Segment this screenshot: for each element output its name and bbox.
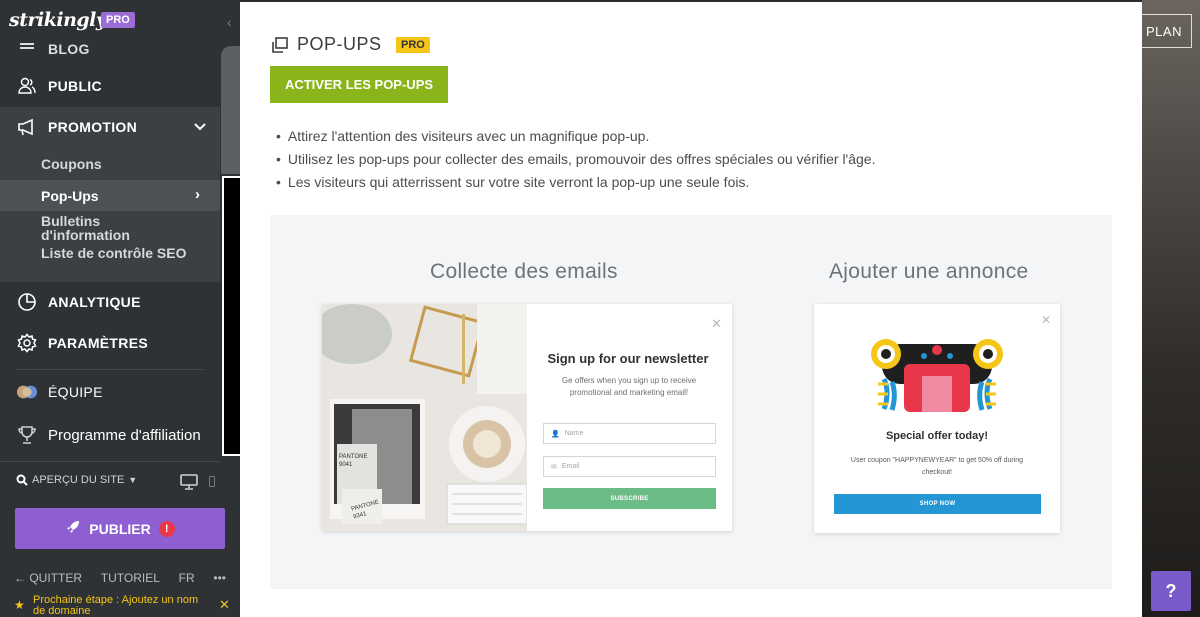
ad-title: Special offer today! <box>885 430 989 442</box>
ad-description: User coupon "HAPPYNEWYEAR" to get 50% of… <box>850 457 1024 476</box>
nav-parametres-label: PARAMÈTRES <box>48 335 148 351</box>
site-preview-dropdown[interactable]: APERÇU DU SITE ▼ <box>16 474 137 486</box>
feature-item: Les visiteurs qui atterrissent sur votre… <box>276 171 875 194</box>
nav-public-label: PUBLIC <box>48 78 102 94</box>
publish-button[interactable]: PUBLIER ! <box>15 508 225 549</box>
submenu-popups-highlight[interactable] <box>0 180 220 211</box>
pro-badge: PRO <box>101 12 135 28</box>
logo[interactable]: strikingly <box>9 9 107 31</box>
mail-icon: ✉ <box>551 463 557 471</box>
submenu-bulletins[interactable]: Bulletins d'information <box>41 214 191 242</box>
close-icon[interactable]: ✕ <box>1041 313 1051 327</box>
megaphone-icon <box>16 117 38 137</box>
quit-label: QUITTER <box>29 571 83 585</box>
nav-equipe[interactable]: ÉQUIPE <box>0 379 220 405</box>
subscribe-button[interactable]: SUBSCRIBE <box>543 488 716 509</box>
divider <box>16 369 204 370</box>
people-icon <box>16 76 38 96</box>
email-placeholder: Email <box>561 463 580 470</box>
name-placeholder: Name <box>564 430 584 437</box>
language-link[interactable]: FR <box>179 571 195 585</box>
annonce-title: Ajouter une annonce <box>829 260 1029 283</box>
user-icon: 👤 <box>551 430 560 438</box>
page-title: POP-UPS <box>271 34 382 55</box>
pie-chart-icon <box>16 292 38 312</box>
nav-blog[interactable]: BLOG <box>0 32 220 54</box>
popup-window-icon <box>272 36 288 53</box>
sidebar-footer: ← QUITTER TUTORIEL FR ••• <box>14 571 226 585</box>
close-icon[interactable]: ✕ <box>711 316 722 332</box>
nav-analytique[interactable]: ANALYTIQUE <box>0 289 220 315</box>
feature-list: Attirez l'attention des visiteurs avec u… <box>276 125 876 194</box>
chevron-right-icon: › <box>195 186 200 203</box>
newsletter-description: Ge offers when you sign up to receive pr… <box>561 376 697 397</box>
nav-analytique-label: ANALYTIQUE <box>48 294 141 310</box>
email-field[interactable]: ✉ Email <box>543 456 716 477</box>
caret-down-icon: ▼ <box>128 475 138 485</box>
pantone-label: PANTONE 9041 <box>339 454 368 468</box>
plan-button[interactable]: PLAN <box>1136 14 1192 48</box>
chevron-down-icon <box>194 120 206 134</box>
scrollbar-track[interactable] <box>221 46 240 174</box>
submenu-coupons[interactable]: Coupons <box>41 157 102 171</box>
nav-public[interactable]: PUBLIC <box>0 72 220 100</box>
trophy-icon <box>16 425 38 445</box>
tutorial-link[interactable]: TUTORIEL <box>101 571 160 585</box>
newsletter-image: PANTONE 9041 PANTONE 9341 <box>322 304 528 531</box>
publish-label: PUBLIER <box>89 520 151 537</box>
divider <box>0 461 220 462</box>
newsletter-title: Sign up for our newsletter <box>547 351 709 366</box>
submenu-popups[interactable]: Pop-Ups <box>41 189 99 203</box>
nav-parametres[interactable]: PARAMÈTRES <box>0 330 220 356</box>
activate-popups-button[interactable]: ACTIVER LES POP-UPS <box>270 66 448 103</box>
name-field[interactable]: 👤 Name <box>543 423 716 444</box>
pro-badge: PRO <box>396 37 430 53</box>
shop-now-button[interactable]: SHOP NOW <box>834 494 1041 514</box>
desktop-icon[interactable] <box>180 474 198 490</box>
nav-promotion-label: PROMOTION <box>48 119 138 135</box>
ad-illustration <box>871 339 1003 412</box>
feature-item: Attirez l'attention des visiteurs avec u… <box>276 125 875 148</box>
emails-title: Collecte des emails <box>430 260 618 283</box>
rocket-icon <box>65 519 81 538</box>
blog-icon <box>16 33 38 53</box>
gear-icon <box>16 333 38 353</box>
mobile-icon[interactable] <box>209 476 215 487</box>
help-button[interactable]: ? <box>1151 571 1191 611</box>
arrow-left-icon: ← <box>14 571 26 585</box>
submenu-seo[interactable]: Liste de contrôle SEO <box>41 246 191 260</box>
nav-equipe-label: ÉQUIPE <box>48 384 103 400</box>
nav-promotion[interactable]: PROMOTION <box>0 107 220 147</box>
site-preview-label: APERÇU DU SITE <box>32 474 125 486</box>
search-icon <box>16 474 28 486</box>
site-background-image <box>1142 0 1200 617</box>
next-step-text: Prochaine étape : Ajoutez un nom de doma… <box>33 594 199 617</box>
team-icon <box>16 382 38 402</box>
more-icon[interactable]: ••• <box>213 571 226 585</box>
scrollbar-thumb[interactable] <box>222 176 240 456</box>
collapse-sidebar-icon[interactable]: ‹ <box>227 14 232 30</box>
nav-affiliation-label: Programme d'affiliation <box>48 426 201 444</box>
page-title-text: POP-UPS <box>297 34 382 54</box>
nav-affiliation[interactable]: Programme d'affiliation <box>0 422 220 448</box>
warning-icon: ! <box>158 520 175 537</box>
feature-item: Utilisez les pop-ups pour collecter des … <box>276 148 876 171</box>
next-step-banner[interactable]: ★ Prochaine étape : Ajoutez un nom de do… <box>0 593 240 617</box>
close-icon[interactable]: ✕ <box>219 597 230 613</box>
quit-link[interactable]: ← QUITTER <box>14 571 82 585</box>
star-icon: ★ <box>14 598 25 612</box>
sidebar: strikingly PRO BLOG PUBLIC PROMOTION Cou… <box>0 0 240 617</box>
nav-blog-label: BLOG <box>48 41 90 54</box>
